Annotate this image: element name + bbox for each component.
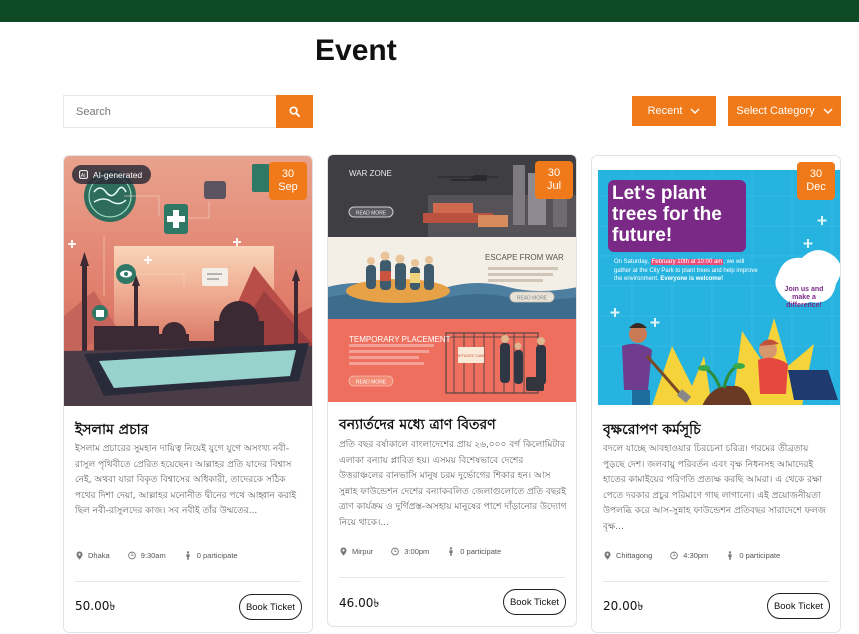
date-month: Sep: [278, 181, 298, 193]
category-dropdown-label: Select Category: [736, 105, 815, 117]
event-meta: Chittagong 4:30pm 0 participate: [603, 551, 780, 560]
event-time: 4:30pm: [683, 551, 709, 560]
event-card[interactable]: WAR ZONE READ MORE ESCAPE FROM WAR READ …: [327, 154, 577, 627]
event-card[interactable]: Let's plant trees for the future! On Sat…: [591, 155, 841, 633]
book-ticket-button[interactable]: Book Ticket: [503, 589, 566, 615]
date-day: 30: [547, 167, 561, 179]
panel-title-escape: ESCAPE FROM WAR: [485, 253, 564, 262]
poster-headline: Let's plant trees for the future!: [612, 183, 722, 246]
panel-title-war-zone: WAR ZONE: [349, 169, 392, 178]
event-participants: 0 participate: [739, 551, 781, 560]
search-bar: [63, 95, 313, 128]
date-month: Dec: [806, 181, 826, 193]
clock-icon: [670, 551, 679, 560]
search-icon: [289, 106, 300, 117]
book-ticket-button[interactable]: Book Ticket: [767, 593, 830, 619]
person-icon: [447, 547, 455, 556]
chevron-down-icon: [690, 108, 700, 114]
event-price: 20.00৳: [603, 599, 644, 613]
top-header-bar: [0, 0, 859, 22]
card-divider: [339, 577, 565, 578]
event-title[interactable]: ইসলাম প্রচার: [75, 418, 148, 442]
person-icon: [184, 551, 192, 560]
event-participants: 0 participate: [196, 551, 238, 560]
panel-title-temporary: TEMPORARY PLACEMENT: [349, 335, 451, 344]
chevron-down-icon: [823, 108, 833, 114]
ai-badge-label: AI-generated: [93, 169, 143, 180]
card-divider: [75, 581, 301, 582]
poster-body-bold: Everyone is welcome!: [660, 276, 724, 282]
event-meta: Dhaka 9:30am 0 participate: [75, 551, 238, 560]
event-price: 50.00৳: [75, 599, 116, 613]
search-input[interactable]: [64, 96, 276, 127]
event-time: 9:30am: [140, 551, 166, 560]
refugee-camp-sign: REFUGEE CAMP: [457, 354, 486, 358]
sort-dropdown-label: Recent: [647, 105, 683, 117]
date-month: Jul: [546, 180, 562, 192]
date-badge: 30 Jul: [535, 161, 573, 199]
page-title: Event: [315, 34, 397, 67]
panel-readmore-war-zone: READ MORE: [356, 211, 387, 217]
location-pin-icon: [603, 551, 611, 560]
clock-icon: [127, 551, 136, 560]
event-title[interactable]: বৃক্ষরোপণ কর্মসূচি: [603, 418, 701, 442]
event-meta: Mirpur 3:00pm 0 participate: [339, 547, 501, 556]
event-card[interactable]: AI AI-generated 30 Sep ইসলাম প্রচার ইসলা…: [63, 155, 313, 633]
event-description: প্রতি বছর বর্ষাকালে বাংলাদেশের প্রায় ২৬…: [339, 440, 567, 528]
event-time: 3:00pm: [404, 547, 430, 556]
panel-readmore-escape: READ MORE: [517, 296, 548, 302]
event-location: Chittagong: [616, 551, 653, 560]
panel-readmore-temporary: READ MORE: [356, 380, 387, 386]
ai-generated-badge: AI AI-generated: [72, 165, 152, 184]
location-pin-icon: [339, 547, 347, 556]
search-button[interactable]: [276, 95, 313, 128]
ai-icon: AI: [79, 170, 88, 179]
event-title[interactable]: বন্যার্তদের মধ্যে ত্রাণ বিতরণ: [339, 413, 496, 437]
person-icon: [726, 551, 734, 560]
poster-body-highlight: February 10th at 10:00 am: [650, 259, 724, 265]
category-dropdown[interactable]: Select Category: [728, 96, 841, 126]
event-description: বদলে যাচ্ছে আবহাওয়ার চিরচেনা চরিত্র। গর…: [603, 444, 826, 532]
event-location: Mirpur: [352, 547, 374, 556]
event-description: ইসলাম প্রচারের সুমহান দায়িত্ব নিয়েই যু…: [75, 444, 297, 516]
poster-body-pre: On Saturday,: [614, 259, 651, 265]
book-ticket-button[interactable]: Book Ticket: [239, 594, 302, 620]
sort-dropdown[interactable]: Recent: [632, 96, 716, 126]
date-day: 30: [281, 168, 295, 180]
event-location: Dhaka: [88, 551, 110, 560]
poster-speech-bubble: Join us and make a difference!: [784, 286, 824, 309]
clock-icon: [391, 547, 400, 556]
svg-text:AI: AI: [81, 173, 86, 179]
event-price: 46.00৳: [339, 596, 380, 610]
date-day: 30: [809, 168, 823, 180]
event-participants: 0 participate: [460, 547, 502, 556]
card-divider: [603, 581, 829, 582]
date-badge: 30 Sep: [269, 162, 307, 200]
location-pin-icon: [75, 551, 83, 560]
date-badge: 30 Dec: [797, 162, 835, 200]
